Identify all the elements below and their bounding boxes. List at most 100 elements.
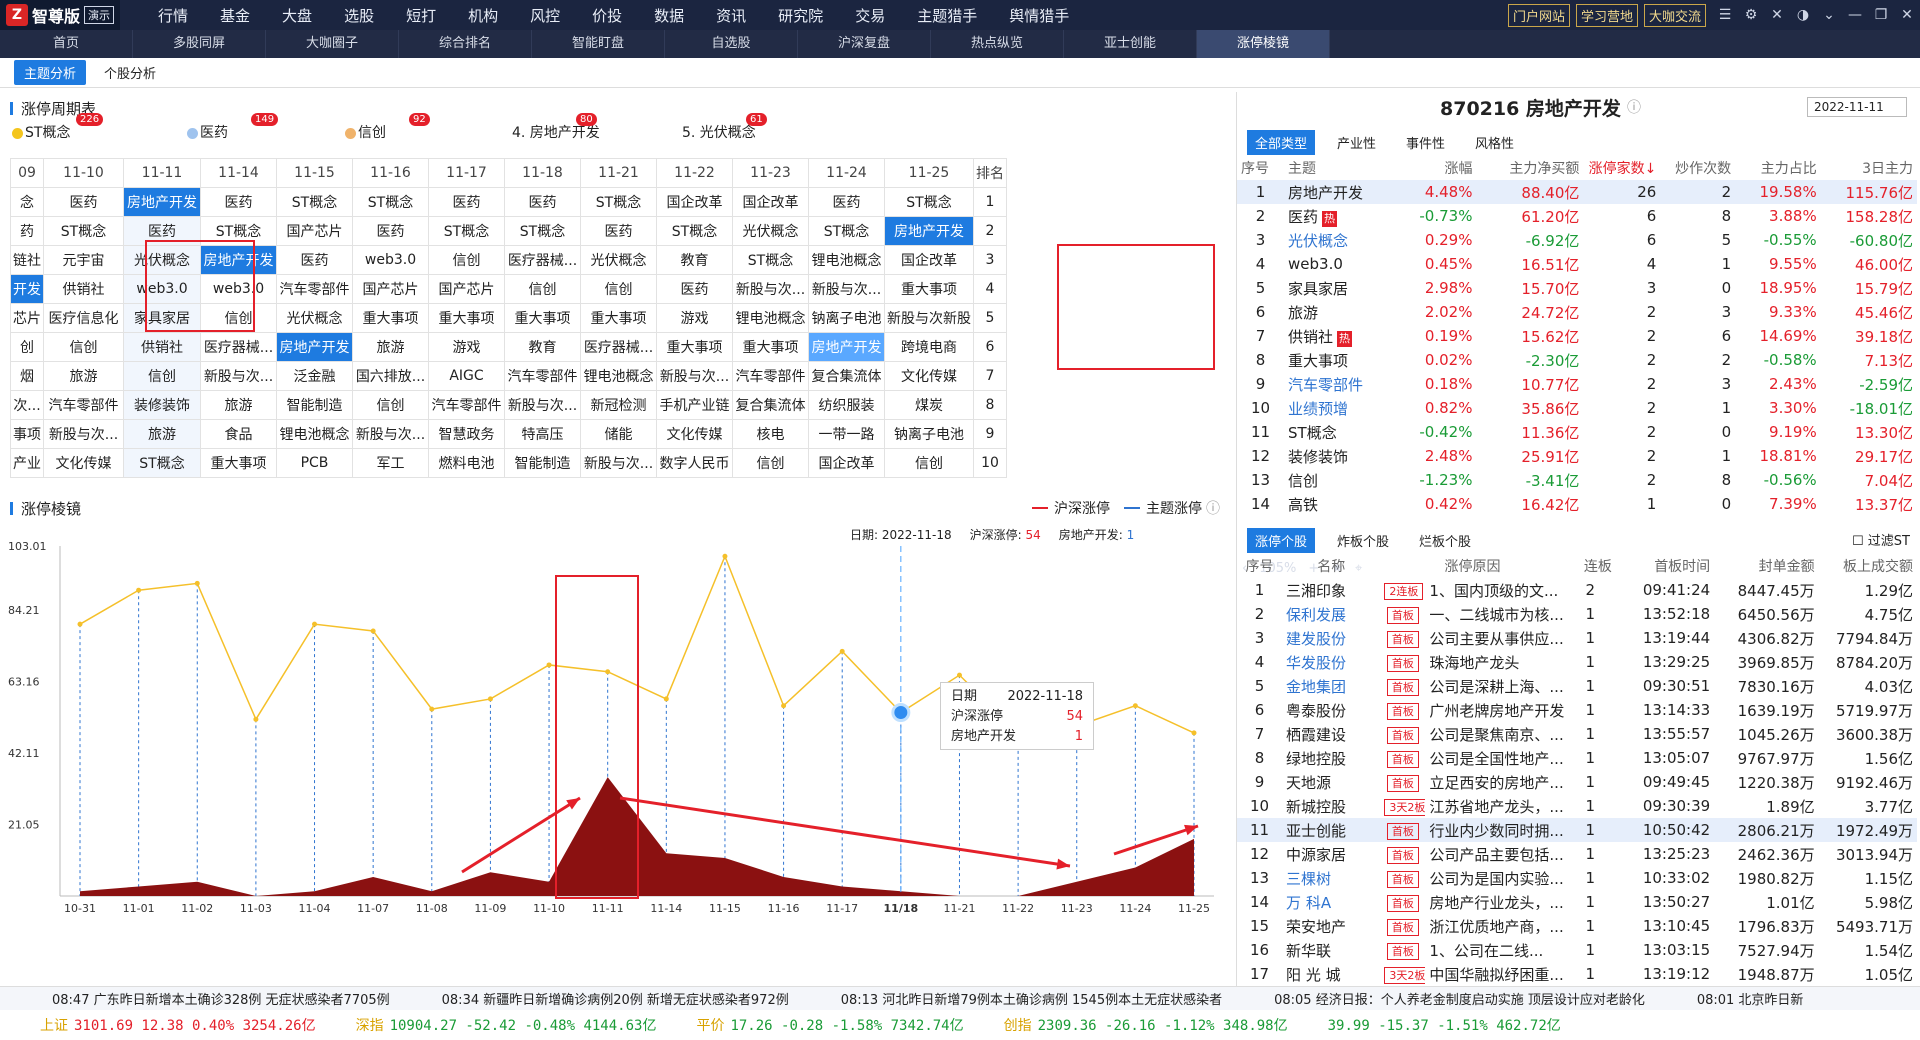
theme-row[interactable]: 3 光伏概念 0.29% -6.92亿 6 5 -0.55% -60.80亿 [1237, 228, 1917, 252]
theme-name[interactable]: 业绩预增 [1288, 400, 1348, 418]
settings-icon[interactable]: ⚙ [1738, 7, 1764, 23]
stock-name[interactable]: 阳 光 城 [1286, 966, 1341, 984]
theme-row[interactable]: 9 汽车零部件 0.18% 10.77亿 2 3 2.43% -2.59亿 [1237, 372, 1917, 396]
grid-cell[interactable]: 房地产开发 [276, 332, 353, 362]
grid-cell[interactable]: 3 [973, 245, 1007, 275]
stock-row[interactable]: 17 阳 光 城 3天2板 中国华融拟纾困重... 1 13:19:12 1948.87万 1… [1237, 962, 1917, 986]
chevron-down-icon[interactable]: ⌄ [1816, 7, 1842, 23]
stock-tab[interactable]: 涨停个股 [1247, 528, 1316, 553]
stock-row[interactable]: 6 粤泰股份 首板 广州老牌房地产开发商 1 13:14:33 1639.19万 5719.9… [1237, 698, 1917, 722]
stock-row[interactable]: 5 金地集团 首板 公司是深耕上海、... 1 09:30:51 7830.16万 4.03亿 [1237, 674, 1917, 698]
grid-cell[interactable]: 供销社 [123, 332, 201, 362]
grid-cell[interactable]: ST概念 [43, 216, 124, 246]
grid-cell[interactable]: 开发 [10, 274, 44, 304]
grid-cell[interactable]: 信创 [352, 390, 429, 420]
grid-cell[interactable]: 国六排放... [352, 361, 429, 391]
theme-name[interactable]: 重大事项 [1288, 352, 1348, 370]
maximize-icon[interactable]: ❐ [1868, 7, 1894, 23]
info-icon[interactable]: ⓘ [1627, 97, 1641, 117]
grid-cell[interactable]: 国企改革 [884, 245, 974, 275]
grid-cell[interactable]: PCB [276, 448, 353, 478]
grid-cell[interactable]: 芯片 [10, 303, 44, 333]
menu-item[interactable]: 风控 [514, 5, 576, 26]
column-header[interactable]: 涨幅 [1402, 156, 1477, 180]
grid-cell[interactable]: 汽车零部件 [732, 361, 809, 391]
grid-cell[interactable]: 医药 [808, 187, 885, 217]
grid-cell[interactable]: 装修装饰 [123, 390, 201, 420]
theme-row[interactable]: 8 重大事项 0.02% -2.30亿 2 2 -0.58% 7.13亿 [1237, 348, 1917, 372]
grid-cell[interactable]: 房地产开发 [884, 216, 974, 246]
column-header[interactable]: 涨停家数↓ [1583, 156, 1660, 180]
grid-cell[interactable]: 2 [973, 216, 1007, 246]
grid-cell[interactable]: 重大事项 [884, 274, 974, 304]
grid-cell[interactable]: ST概念 [656, 216, 733, 246]
column-header[interactable]: 涨停原因 [1380, 554, 1564, 578]
grid-cell[interactable]: 跨境电商 [884, 332, 974, 362]
grid-cell[interactable]: 旅游 [352, 332, 429, 362]
grid-cell[interactable]: 数字人民币 [656, 448, 733, 478]
category-item[interactable]: 信创 92 [345, 113, 430, 142]
grid-cell[interactable]: 国企改革 [732, 187, 809, 217]
theme-row[interactable]: 14 高铁 0.42% 16.42亿 1 0 7.39% 13.37亿 [1237, 492, 1917, 516]
stock-row[interactable]: 13 三棵树 首板 公司为是国内实验... 1 10:33:02 1980.82万 1.15亿 [1237, 866, 1917, 890]
grid-date-header[interactable]: 11-18 [504, 158, 581, 188]
grid-cell[interactable]: 医疗器械... [200, 332, 277, 362]
menu-item[interactable]: 短打 [390, 5, 452, 26]
menu-item[interactable]: 价投 [576, 5, 638, 26]
grid-cell[interactable]: 汽车零部件 [43, 390, 124, 420]
grid-cell[interactable]: 医药 [43, 187, 124, 217]
page-tab[interactable]: 智能盯盘 [532, 30, 665, 58]
grid-cell[interactable]: 供销社 [43, 274, 124, 304]
grid-cell[interactable]: 泛金融 [276, 361, 353, 391]
grid-date-header[interactable]: 09 [10, 158, 44, 188]
column-header[interactable]: 连板 [1565, 554, 1616, 578]
grid-cell[interactable]: 重大事项 [352, 303, 429, 333]
grid-cell[interactable]: 10 [973, 448, 1007, 478]
grid-date-header[interactable]: 11-14 [200, 158, 277, 188]
theme-row[interactable]: 1 房地产开发 4.48% 88.40亿 26 2 19.58% 115.76亿 [1237, 180, 1917, 204]
stock-name[interactable]: 中源家居 [1286, 846, 1346, 864]
grid-cell[interactable]: AIGC [428, 361, 505, 391]
grid-cell[interactable]: 国企改革 [656, 187, 733, 217]
column-header[interactable]: 3日主力 [1821, 156, 1917, 180]
grid-cell[interactable]: 1 [973, 187, 1007, 217]
grid-date-header[interactable]: 11-16 [352, 158, 429, 188]
column-header[interactable]: 板上成交额 [1819, 554, 1917, 578]
grid-cell[interactable]: 锂电池概念 [808, 245, 885, 275]
menu-item[interactable]: 大盘 [266, 5, 328, 26]
stock-name[interactable]: 三棵树 [1286, 870, 1331, 888]
grid-cell[interactable]: 7 [973, 361, 1007, 391]
menu-item[interactable]: 资讯 [700, 5, 762, 26]
grid-cell[interactable]: 游戏 [656, 303, 733, 333]
index-quote[interactable]: 上证 3101.69 12.38 0.40% 3254.26亿 [40, 1015, 316, 1035]
index-quote[interactable]: 深指 10904.27 -52.42 -0.48% 4144.63亿 [356, 1015, 657, 1035]
news-item[interactable]: 08:13 河北昨日新增79例本土确诊病例 1545例本土无症状感染者 [841, 989, 1222, 1008]
grid-cell[interactable]: 食品 [200, 419, 277, 449]
minimize-icon[interactable]: — [1842, 7, 1868, 23]
grid-cell[interactable]: 旅游 [200, 390, 277, 420]
menu-item[interactable]: 选股 [328, 5, 390, 26]
news-item[interactable]: 08:05 经济日报：个人养老金制度启动实施 顶层设计应对老龄化 [1274, 989, 1645, 1008]
grid-cell[interactable]: 创 [10, 332, 44, 362]
grid-cell[interactable]: 煤炭 [884, 390, 974, 420]
page-tab[interactable]: 热点纵览 [931, 30, 1064, 58]
page-tab[interactable]: 首页 [0, 30, 133, 58]
grid-cell[interactable]: 念 [10, 187, 44, 217]
grid-cell[interactable]: 游戏 [428, 332, 505, 362]
community-link[interactable]: 大咖交流 [1643, 3, 1706, 27]
grid-date-header[interactable]: 11-21 [580, 158, 657, 188]
skin-icon[interactable]: ◑ [1790, 7, 1816, 23]
grid-cell[interactable]: 重大事项 [580, 303, 657, 333]
column-header[interactable]: 名称 [1282, 554, 1380, 578]
filter-st-checkbox[interactable]: ☐ 过滤ST [1852, 530, 1910, 549]
grid-cell[interactable]: 教育 [656, 245, 733, 275]
grid-cell[interactable]: 旅游 [123, 419, 201, 449]
grid-cell[interactable]: ST概念 [276, 187, 353, 217]
stock-row[interactable]: 10 新城控股 3天2板 江苏省地产龙头，... 1 09:30:39 1.89亿 3.77亿 [1237, 794, 1917, 818]
grid-cell[interactable]: 智慧政务 [428, 419, 505, 449]
page-tab[interactable]: 亚士创能 [1064, 30, 1197, 58]
grid-cell[interactable]: 信创 [43, 332, 124, 362]
grid-cell[interactable]: 国产芯片 [276, 216, 353, 246]
portal-link[interactable]: 门户网站 [1507, 3, 1570, 27]
grid-cell[interactable]: 钠离子电池 [884, 419, 974, 449]
